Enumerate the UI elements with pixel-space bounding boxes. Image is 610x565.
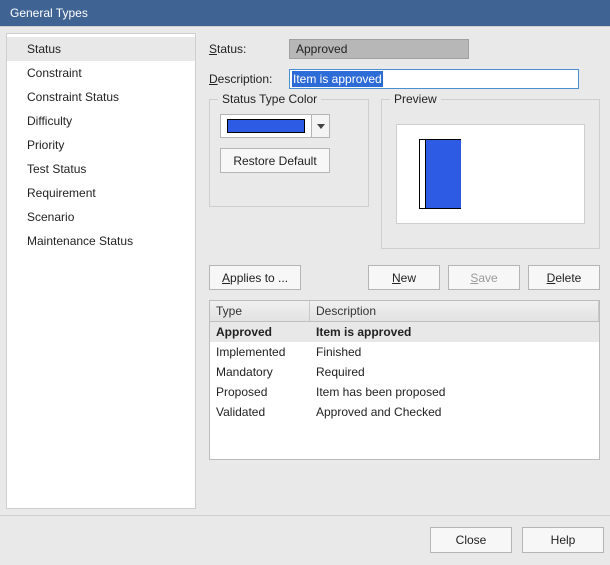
status-value-field: Approved xyxy=(289,39,469,59)
preview-box xyxy=(396,124,585,224)
table-row[interactable]: ImplementedFinished xyxy=(210,342,599,362)
cell-description: Item has been proposed xyxy=(310,382,599,402)
table-row[interactable]: ProposedItem has been proposed xyxy=(210,382,599,402)
preview-stripe-fill xyxy=(425,140,461,208)
status-label: Status: xyxy=(209,42,289,56)
content-pane: Status: Approved Description: Item is ap… xyxy=(199,27,610,515)
new-button[interactable]: New xyxy=(368,265,440,290)
column-header-description[interactable]: Description xyxy=(310,301,599,321)
preview-group: Preview xyxy=(381,99,600,249)
sidebar-item-status[interactable]: Status xyxy=(7,37,195,61)
table-row[interactable]: ValidatedApproved and Checked xyxy=(210,402,599,422)
cell-type: Validated xyxy=(210,402,310,422)
sidebar-item-constraint-status[interactable]: Constraint Status xyxy=(7,85,195,109)
table-row[interactable]: MandatoryRequired xyxy=(210,362,599,382)
color-group-legend: Status Type Color xyxy=(218,92,321,106)
cell-description: Finished xyxy=(310,342,599,362)
description-label: Description: xyxy=(209,72,289,86)
category-sidebar: StatusConstraintConstraint StatusDifficu… xyxy=(6,33,196,509)
dialog-body: StatusConstraintConstraint StatusDifficu… xyxy=(0,26,610,515)
types-table: Type Description ApprovedItem is approve… xyxy=(209,300,600,460)
table-row[interactable]: ApprovedItem is approved xyxy=(210,322,599,342)
cell-description: Approved and Checked xyxy=(310,402,599,422)
close-button[interactable]: Close xyxy=(430,527,512,553)
cell-type: Mandatory xyxy=(210,362,310,382)
description-selected-text: Item is approved xyxy=(292,71,383,87)
cell-description: Item is approved xyxy=(310,322,599,342)
chevron-down-icon xyxy=(317,124,325,129)
sidebar-item-requirement[interactable]: Requirement xyxy=(7,181,195,205)
color-dropdown-button[interactable] xyxy=(311,115,329,137)
cell-type: Approved xyxy=(210,322,310,342)
color-swatch xyxy=(227,119,305,133)
applies-to-button[interactable]: Applies to ... xyxy=(209,265,301,290)
preview-stripe xyxy=(419,139,461,209)
title-bar: General Types xyxy=(0,0,610,26)
dialog-footer: Close Help xyxy=(0,515,610,563)
cell-type: Implemented xyxy=(210,342,310,362)
sidebar-item-test-status[interactable]: Test Status xyxy=(7,157,195,181)
restore-default-button[interactable]: Restore Default xyxy=(220,148,330,173)
cell-description: Required xyxy=(310,362,599,382)
description-input[interactable]: Item is approved xyxy=(289,69,579,89)
column-header-type[interactable]: Type xyxy=(210,301,310,321)
delete-button[interactable]: Delete xyxy=(528,265,600,290)
sidebar-item-priority[interactable]: Priority xyxy=(7,133,195,157)
sidebar-item-scenario[interactable]: Scenario xyxy=(7,205,195,229)
help-button[interactable]: Help xyxy=(522,527,604,553)
color-picker[interactable] xyxy=(220,114,330,138)
preview-legend: Preview xyxy=(390,92,441,106)
sidebar-item-difficulty[interactable]: Difficulty xyxy=(7,109,195,133)
save-button[interactable]: Save xyxy=(448,265,520,290)
window-title: General Types xyxy=(10,6,88,20)
table-header: Type Description xyxy=(210,301,599,322)
cell-type: Proposed xyxy=(210,382,310,402)
sidebar-item-maintenance-status[interactable]: Maintenance Status xyxy=(7,229,195,253)
status-type-color-group: Status Type Color Restore Default xyxy=(209,99,369,207)
sidebar-item-constraint[interactable]: Constraint xyxy=(7,61,195,85)
